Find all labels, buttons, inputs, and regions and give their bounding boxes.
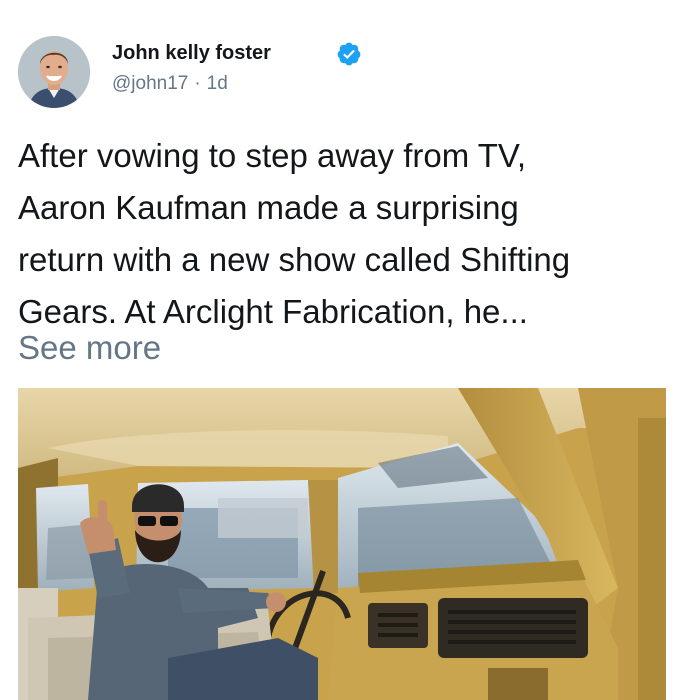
tweet-text-line: return with a new show called Shifting <box>18 241 571 278</box>
tweet-card: John kelly foster @john17 · 1d After vowin… <box>0 0 700 700</box>
tweet-text-line: Aaron Kaufman made a surprising <box>18 189 519 226</box>
tweet-header: John kelly foster @john17 · 1d <box>18 36 678 112</box>
see-more-link[interactable]: See more <box>18 322 161 374</box>
author-handle[interactable]: @john17 <box>112 73 188 94</box>
media-photo <box>18 388 666 700</box>
avatar-image <box>18 36 90 108</box>
tweet-text: After vowing to step away from TV, Aaron… <box>18 130 688 338</box>
tweet-media-image[interactable] <box>18 388 666 700</box>
avatar[interactable] <box>18 36 90 108</box>
verified-badge-icon <box>336 41 362 67</box>
tweet-meta: @john17 · 1d <box>112 73 232 95</box>
tweet-text-line: After vowing to step away from TV, <box>18 137 527 174</box>
meta-separator: · <box>194 73 201 94</box>
tweet-timestamp[interactable]: 1d <box>207 73 228 94</box>
author-name[interactable]: John kelly foster <box>112 42 271 65</box>
